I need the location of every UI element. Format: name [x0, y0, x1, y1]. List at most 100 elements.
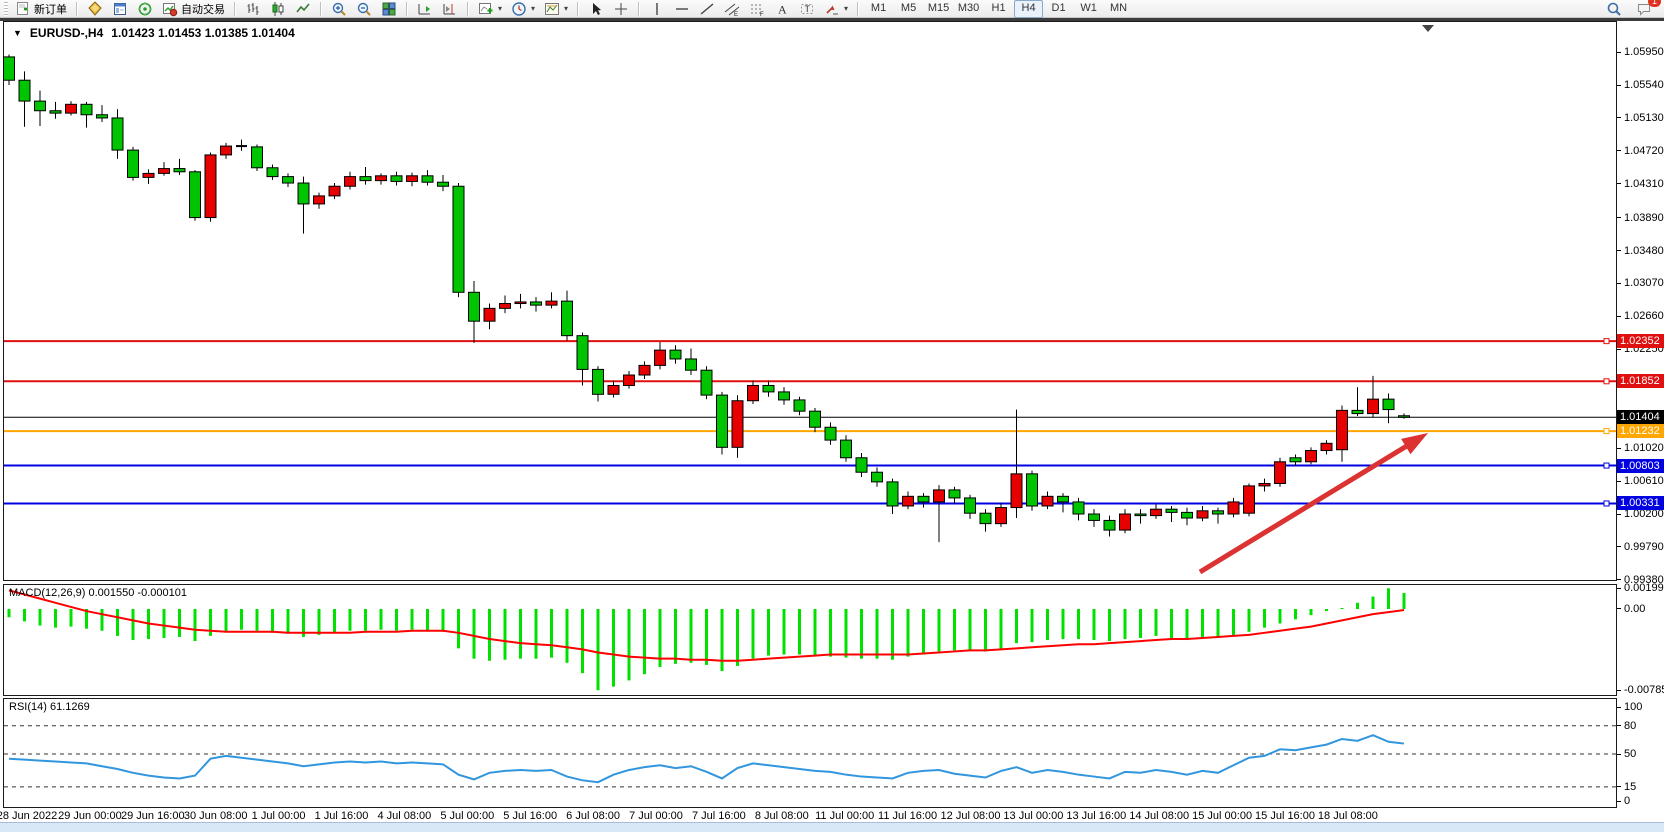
price-tick-label: 1.04720 [1624, 145, 1664, 157]
templates-button[interactable]: ▾ [540, 0, 572, 18]
timeframe-m1-button[interactable]: M1 [864, 0, 893, 18]
price-chart-pane[interactable]: ▼ EURUSD-,H4 1.01423 1.01453 1.01385 1.0… [3, 21, 1617, 581]
macd-hist-bar [1077, 609, 1080, 639]
timeframe-mn-button[interactable]: MN [1104, 0, 1133, 18]
price-tick-label: 1.02660 [1624, 310, 1664, 322]
candle-body [949, 490, 960, 498]
search-button[interactable] [1602, 0, 1626, 18]
macd-hist-bar [643, 609, 646, 674]
macd-hist-bar [101, 609, 104, 631]
chart-shift-marker-icon[interactable] [1422, 25, 1434, 32]
zoom-in-button[interactable] [327, 0, 351, 18]
candle-body [1321, 443, 1332, 450]
candle-body [128, 150, 139, 177]
auto-scroll-button[interactable] [413, 0, 437, 18]
rsi-indicator-pane[interactable]: RSI(14) 61.1269 [3, 698, 1617, 808]
candle-body [345, 177, 356, 187]
new-order-button[interactable]: 新订单 [11, 0, 71, 18]
timeframe-h1-button[interactable]: H1 [984, 0, 1013, 18]
line-anchor-marker[interactable] [1604, 463, 1609, 468]
price-tick-label: 1.04310 [1624, 178, 1664, 190]
time-axis-label: 1 Jul 16:00 [315, 810, 369, 822]
rsi-tick-label: 80 [1624, 720, 1664, 732]
candle-body [422, 176, 433, 182]
market-watch-button[interactable] [108, 0, 132, 18]
profiles-button[interactable] [83, 0, 107, 18]
price-line-tag-1.01232: 1.01232 [1617, 424, 1664, 438]
line-anchor-marker[interactable] [1604, 501, 1609, 506]
macd-hist-bar [442, 609, 445, 632]
crosshair-icon [613, 1, 629, 17]
line-anchor-marker[interactable] [1604, 379, 1609, 384]
candle-body [1166, 509, 1177, 512]
macd-tick-label: -0.00785 [1624, 684, 1664, 696]
autotrading-button[interactable]: 自动交易 [158, 0, 229, 18]
price-tick-label: 1.00610 [1624, 475, 1664, 487]
indicators-add-button[interactable]: ▾ [474, 0, 506, 18]
chart-candles-button[interactable] [266, 0, 290, 18]
axis-tick-mark [1617, 690, 1621, 691]
channel-button[interactable]: E [720, 0, 744, 18]
candle-body [794, 400, 805, 411]
trendline-button[interactable] [695, 0, 719, 18]
price-axis[interactable]: 1.059501.055401.051301.047201.043101.038… [1617, 21, 1664, 811]
candle-body [1306, 451, 1317, 462]
candle-body [453, 186, 464, 292]
shapes-button[interactable]: ▾ [820, 0, 852, 18]
time-axis-label: 8 Jul 08:00 [755, 810, 809, 822]
timeframe-m15-button[interactable]: M15 [924, 0, 953, 18]
macd-hist-bar [1310, 609, 1313, 615]
chart-bars-icon [245, 1, 261, 17]
zoom-out-button[interactable] [352, 0, 376, 18]
macd-hist-bar [1000, 609, 1003, 649]
axis-tick-mark [1617, 150, 1621, 151]
tile-windows-button[interactable] [377, 0, 401, 18]
collapse-icon[interactable]: ▼ [13, 28, 22, 38]
vline-button[interactable] [645, 0, 669, 18]
macd-hist-bar [364, 609, 367, 631]
time-axis[interactable]: 28 Jun 202229 Jun 00:0029 Jun 16:0030 Ju… [3, 808, 1617, 822]
macd-hist-bar [54, 609, 57, 628]
cursor-button[interactable] [584, 0, 608, 18]
chart-shift-button[interactable] [438, 0, 462, 18]
price-tick-label: 1.05540 [1624, 79, 1664, 91]
macd-hist-bar [922, 609, 925, 655]
macd-hist-bar [380, 609, 383, 630]
toolbar-separator [577, 2, 579, 16]
timeframe-m5-button[interactable]: M5 [894, 0, 923, 18]
navigator-button[interactable] [133, 0, 157, 18]
macd-hist-bar [612, 609, 615, 687]
price-line-tag-1.00803: 1.00803 [1617, 459, 1664, 473]
candle-body [810, 411, 821, 427]
candle-body [717, 395, 728, 447]
candle-body [484, 308, 495, 321]
hline-button[interactable] [670, 0, 694, 18]
crosshair-button[interactable] [609, 0, 633, 18]
macd-hist-bar [225, 609, 228, 632]
fibonacci-button[interactable]: F [745, 0, 769, 18]
text-button[interactable]: A [770, 0, 794, 18]
notifications-button[interactable]: 1 [1632, 0, 1656, 18]
macd-hist-bar [1015, 609, 1018, 643]
line-anchor-marker[interactable] [1604, 429, 1609, 434]
macd-hist-bar [721, 609, 724, 671]
label-button[interactable]: T [795, 0, 819, 18]
chart-shift-icon [442, 1, 458, 17]
candle-body [97, 115, 108, 118]
chart-bars-button[interactable] [241, 0, 265, 18]
search-icon [1606, 1, 1622, 17]
candle-body [50, 111, 61, 113]
timeframe-h4-button[interactable]: H4 [1014, 0, 1043, 18]
candles-plot [3, 21, 1617, 581]
timeframe-w1-button[interactable]: W1 [1074, 0, 1103, 18]
timeframe-d1-button[interactable]: D1 [1044, 0, 1073, 18]
periods-button[interactable]: ▾ [507, 0, 539, 18]
chart-line-button[interactable] [291, 0, 315, 18]
macd-hist-bar [1356, 603, 1359, 609]
svg-text:A: A [778, 2, 787, 16]
line-anchor-marker[interactable] [1604, 339, 1609, 344]
timeframe-m30-button[interactable]: M30 [954, 0, 983, 18]
macd-hist-bar [209, 609, 212, 636]
tile-windows-icon [381, 1, 397, 17]
macd-indicator-pane[interactable]: MACD(12,26,9) 0.001550 -0.000101 [3, 584, 1617, 696]
